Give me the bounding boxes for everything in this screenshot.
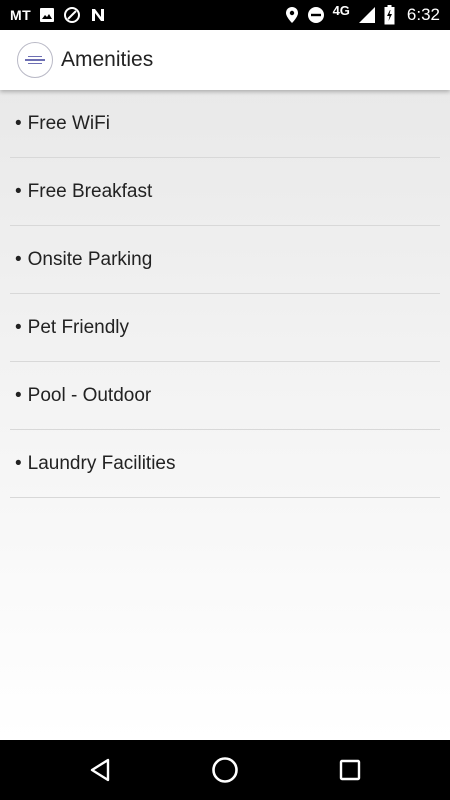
- carrier-label: MT: [10, 7, 32, 23]
- amenity-label: Free WiFi: [27, 112, 110, 134]
- amenity-label: Onsite Parking: [27, 248, 153, 270]
- back-icon[interactable]: [85, 755, 115, 785]
- status-bar: MT 4G 6:32: [0, 0, 450, 30]
- image-icon: [39, 7, 55, 23]
- page-title: Amenities: [61, 48, 154, 71]
- status-left: MT: [10, 6, 107, 24]
- signal-icon: [358, 6, 376, 24]
- amenity-label: Pet Friendly: [27, 316, 130, 338]
- status-right: 4G 6:32: [285, 2, 440, 25]
- amenity-label: Free Breakfast: [27, 180, 153, 202]
- data-saver-icon: [63, 6, 81, 24]
- network-type-label: 4G: [332, 2, 350, 18]
- amenities-content[interactable]: • Free WiFi • Free Breakfast • Onsite Pa…: [0, 90, 450, 740]
- list-item[interactable]: • Laundry Facilities: [10, 430, 440, 498]
- bullet: •: [15, 248, 22, 270]
- n-icon: [89, 6, 107, 24]
- bullet: •: [15, 316, 22, 338]
- list-item[interactable]: • Free WiFi: [10, 90, 440, 158]
- amenity-label: Laundry Facilities: [27, 452, 176, 474]
- amenity-label: Pool - Outdoor: [27, 384, 152, 406]
- list-item[interactable]: • Onsite Parking: [10, 226, 440, 294]
- do-not-disturb-icon: [307, 6, 325, 24]
- bullet: •: [15, 384, 22, 406]
- list-item[interactable]: • Free Breakfast: [10, 158, 440, 226]
- home-icon[interactable]: [210, 755, 240, 785]
- hotel-logo-icon: [17, 42, 53, 78]
- list-item[interactable]: • Pool - Outdoor: [10, 362, 440, 430]
- location-icon: [285, 6, 299, 24]
- bullet: •: [15, 180, 22, 202]
- clock-label: 6:32: [406, 5, 440, 24]
- battery-charging-icon: [384, 5, 395, 25]
- recents-icon[interactable]: [335, 755, 365, 785]
- bullet: •: [15, 112, 22, 134]
- navigation-bar: [0, 740, 450, 800]
- app-bar: Amenities: [0, 30, 450, 90]
- list-item[interactable]: • Pet Friendly: [10, 294, 440, 362]
- bullet: •: [15, 452, 22, 474]
- amenities-list: • Free WiFi • Free Breakfast • Onsite Pa…: [0, 90, 450, 498]
